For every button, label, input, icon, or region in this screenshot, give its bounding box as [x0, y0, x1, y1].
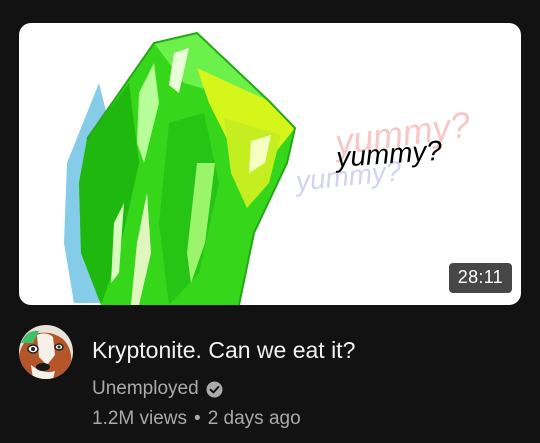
video-metadata: 1.2M views • 2 days ago	[92, 408, 301, 430]
upload-age: 2 days ago	[207, 408, 301, 429]
kryptonite-crystal-artwork: yummy? yummy? yummy?	[64, 31, 473, 305]
video-thumbnail[interactable]: yummy? yummy? yummy? 28:11	[19, 23, 521, 305]
video-card: yummy? yummy? yummy? 28:11 Kryptonite. C…	[0, 0, 540, 443]
verified-check-icon	[206, 381, 223, 398]
meta-separator: •	[194, 408, 201, 429]
dog-avatar-icon	[19, 325, 73, 379]
channel-link[interactable]: Unemployed	[92, 378, 223, 400]
view-count: 1.2M views	[92, 408, 188, 429]
thumbnail-caption: yummy?	[333, 135, 443, 173]
channel-avatar[interactable]	[19, 325, 73, 379]
video-title[interactable]: Kryptonite. Can we eat it?	[92, 337, 355, 364]
duration-badge: 28:11	[448, 263, 512, 293]
channel-name[interactable]: Unemployed	[92, 378, 199, 400]
